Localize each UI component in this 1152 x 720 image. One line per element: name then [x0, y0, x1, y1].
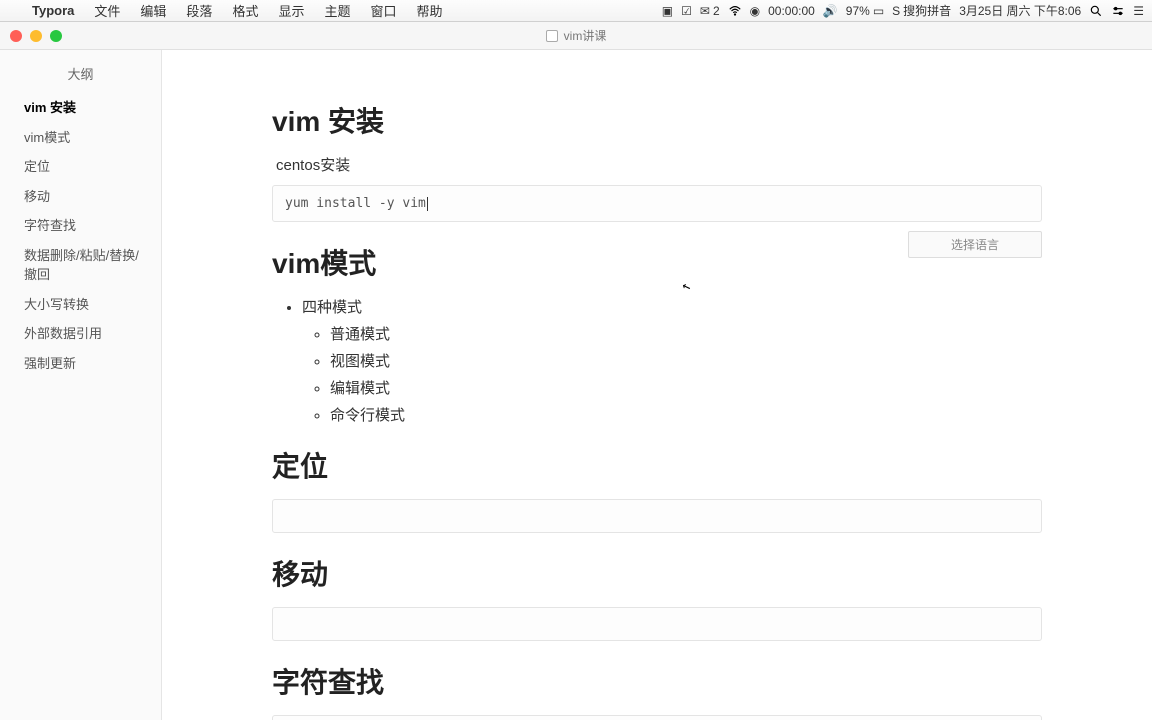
outline-item-delete-paste[interactable]: 数据删除/粘贴/替换/撤回 — [0, 241, 161, 290]
outline-item-external[interactable]: 外部数据引用 — [0, 319, 161, 349]
outline-item-force-update[interactable]: 强制更新 — [0, 349, 161, 379]
outline-item-vim-mode[interactable]: vim模式 — [0, 123, 161, 153]
wifi-icon[interactable] — [728, 4, 742, 18]
menu-view[interactable]: 显示 — [268, 1, 314, 20]
menu-paragraph[interactable]: 段落 — [176, 1, 222, 20]
menu-help[interactable]: 帮助 — [407, 1, 453, 20]
ime-status[interactable]: S 搜狗拼音 — [892, 2, 951, 19]
macos-menubar: Typora 文件 编辑 段落 格式 显示 主题 窗口 帮助 ▣ ☑ ✉ 2 ◉… — [0, 0, 1152, 22]
window-titlebar: vim讲课 — [0, 22, 1152, 50]
outline-item-vim-install[interactable]: vim 安装 — [0, 93, 161, 123]
app-name[interactable]: Typora — [22, 3, 84, 18]
sidebar-title: 大纲 — [0, 58, 161, 93]
window-controls — [0, 30, 62, 42]
menu-file[interactable]: 文件 — [84, 1, 130, 20]
outline-sidebar: 大纲 vim 安装 vim模式 定位 移动 字符查找 数据删除/粘贴/替换/撤回… — [0, 50, 162, 720]
menu-window[interactable]: 窗口 — [360, 1, 406, 20]
heading-move[interactable]: 移动 — [272, 553, 1042, 593]
code-language-selector[interactable]: 选择语言 — [908, 231, 1042, 258]
list-item-normal-mode[interactable]: 普通模式 — [330, 323, 1042, 344]
timer[interactable]: 00:00:00 — [768, 4, 815, 18]
wechat-count: 2 — [713, 4, 720, 18]
spotlight-icon[interactable] — [1089, 4, 1103, 18]
mode-sublist: 普通模式 视图模式 编辑模式 命令行模式 — [302, 323, 1042, 425]
menu-list-icon[interactable]: ☰ — [1133, 4, 1144, 18]
heading-vim-install[interactable]: vim 安装 — [272, 100, 1042, 140]
code-block-move[interactable] — [272, 607, 1042, 641]
paragraph-centos[interactable]: centos安装 — [272, 154, 1042, 175]
battery-percent: 97% — [846, 4, 870, 18]
code-block-yum[interactable]: yum install -y vim ↖ — [272, 185, 1042, 222]
menubar-right: ▣ ☑ ✉ 2 ◉ 00:00:00 🔊 97% ▭ S 搜狗拼音 3月25日 … — [662, 2, 1144, 19]
record-icon[interactable]: ◉ — [750, 4, 760, 18]
mode-list[interactable]: 四种模式 普通模式 视图模式 编辑模式 命令行模式 — [272, 296, 1042, 425]
app-window: vim讲课 大纲 vim 安装 vim模式 定位 移动 字符查找 数据删除/粘贴… — [0, 22, 1152, 720]
control-center-icon[interactable] — [1111, 4, 1125, 18]
code-text: yum install -y vim — [285, 196, 426, 211]
code-block-locate[interactable] — [272, 499, 1042, 533]
maximize-button[interactable] — [50, 30, 62, 42]
menu-theme[interactable]: 主题 — [314, 1, 360, 20]
main-area: 大纲 vim 安装 vim模式 定位 移动 字符查找 数据删除/粘贴/替换/撤回… — [0, 50, 1152, 720]
list-item-insert-mode[interactable]: 编辑模式 — [330, 377, 1042, 398]
outline-item-locate[interactable]: 定位 — [0, 152, 161, 182]
menu-edit[interactable]: 编辑 — [130, 1, 176, 20]
heading-charfind[interactable]: 字符查找 — [272, 661, 1042, 701]
document-title: vim讲课 — [0, 27, 1152, 44]
volume-icon[interactable]: 🔊 — [823, 4, 838, 18]
file-icon — [546, 30, 558, 42]
code-block-charfind[interactable] — [272, 715, 1042, 720]
outline-item-charfind[interactable]: 字符查找 — [0, 211, 161, 241]
list-item-four-modes[interactable]: 四种模式 普通模式 视图模式 编辑模式 命令行模式 — [302, 296, 1042, 425]
list-item-command-mode[interactable]: 命令行模式 — [330, 404, 1042, 425]
document-title-text: vim讲课 — [564, 27, 607, 44]
screencast-icon[interactable]: ▣ — [662, 4, 673, 18]
editor-pane[interactable]: vim 安装 centos安装 yum install -y vim ↖ 选择语… — [162, 50, 1152, 720]
datetime[interactable]: 3月25日 周六 下午8:06 — [959, 2, 1081, 19]
list-item-visual-mode[interactable]: 视图模式 — [330, 350, 1042, 371]
menubar-left: Typora 文件 编辑 段落 格式 显示 主题 窗口 帮助 — [8, 1, 453, 20]
minimize-button[interactable] — [30, 30, 42, 42]
close-button[interactable] — [10, 30, 22, 42]
heading-locate[interactable]: 定位 — [272, 445, 1042, 485]
list-item-label: 四种模式 — [302, 299, 362, 316]
text-cursor — [427, 197, 428, 211]
wechat-status[interactable]: ✉ 2 — [700, 4, 720, 18]
ime-label: 搜狗拼音 — [903, 2, 951, 19]
todo-icon[interactable]: ☑ — [681, 4, 692, 18]
outline-item-move[interactable]: 移动 — [0, 182, 161, 212]
battery-status[interactable]: 97% ▭ — [846, 4, 884, 18]
outline-item-case[interactable]: 大小写转换 — [0, 290, 161, 320]
menu-format[interactable]: 格式 — [222, 1, 268, 20]
